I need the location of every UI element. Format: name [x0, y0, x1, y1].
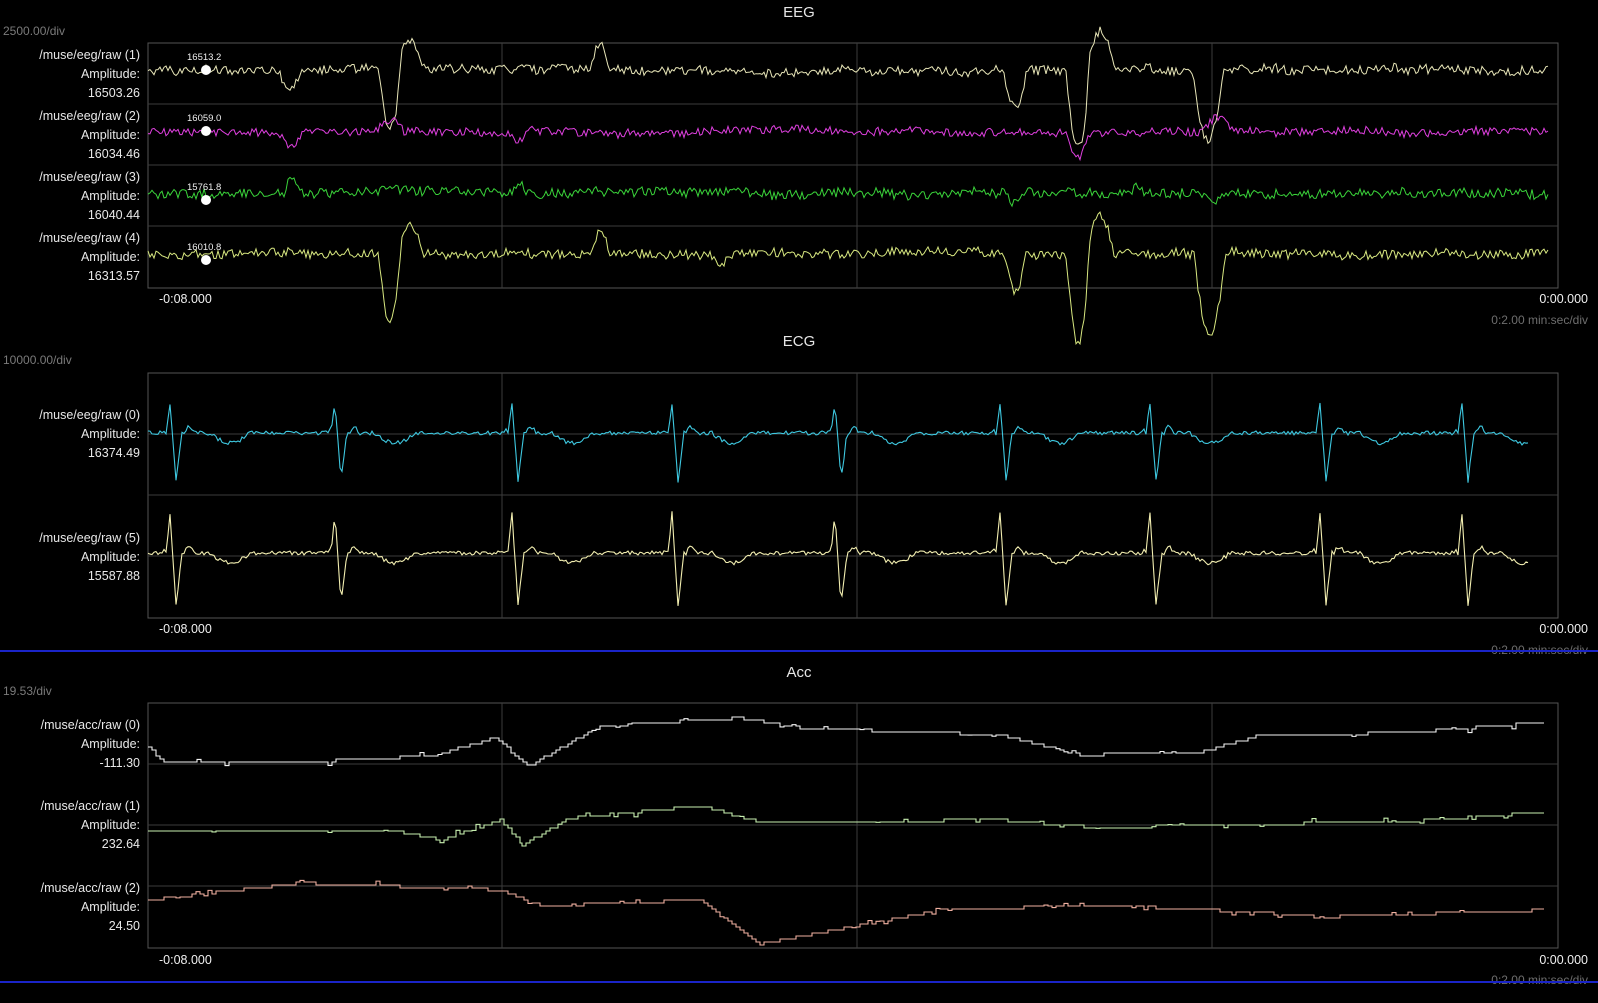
acc-trace-2	[148, 879, 1544, 946]
ecg-trace-0	[147, 402, 1529, 483]
cursor-marker	[201, 195, 211, 205]
cursor-marker	[201, 255, 211, 265]
signal-plots: 16513.2 16059.0 15761.8 16010.8	[147, 26, 1559, 949]
cursor-value: 15761.8	[187, 182, 221, 193]
signal-viewer: EEG 2500.00/div /muse/eeg/raw (1) Amplit…	[0, 0, 1598, 1003]
cursor-value: 16010.8	[187, 242, 221, 253]
cursor-marker	[201, 126, 211, 136]
cursor-marker	[201, 65, 211, 75]
eeg-trace-1	[147, 26, 1549, 145]
ecg-trace-5	[147, 511, 1529, 606]
eeg-trace-3	[147, 176, 1549, 208]
cursor-value: 16059.0	[187, 113, 221, 124]
eeg-trace-2	[147, 114, 1549, 162]
acc-trace-0	[148, 716, 1544, 767]
eeg-trace-4	[147, 211, 1549, 346]
acc-trace-1	[148, 806, 1544, 847]
cursor-value: 16513.2	[187, 52, 221, 63]
